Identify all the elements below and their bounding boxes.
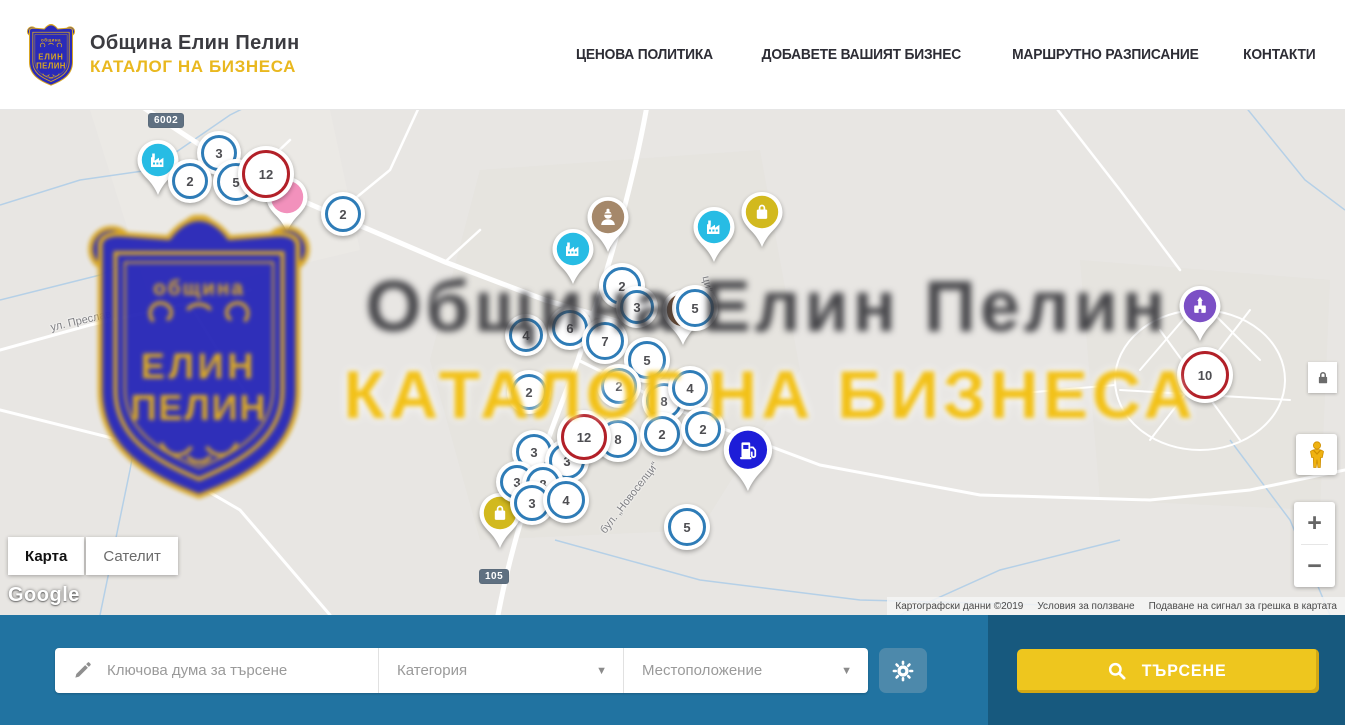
cluster-marker[interactable]: 2 bbox=[507, 370, 551, 414]
chevron-down-icon: ▼ bbox=[596, 665, 607, 677]
pin-marker-fuel[interactable] bbox=[722, 425, 774, 493]
search-bar: Категория ▼ Местоположение ▼ bbox=[0, 615, 1345, 725]
cluster-marker[interactable]: 4 bbox=[505, 314, 547, 356]
search-submit-panel: ТЪРСЕНЕ bbox=[988, 615, 1345, 725]
site-header: община ЕЛИН ПЕЛИН Община Елин Пелин КАТА… bbox=[0, 0, 1345, 110]
search-submit-button[interactable]: ТЪРСЕНЕ bbox=[1017, 649, 1319, 693]
cluster-marker[interactable]: 7 bbox=[582, 318, 628, 364]
pin-marker-factory[interactable] bbox=[692, 206, 736, 264]
site-subtitle: КАТАЛОГ НА БИЗНЕСА bbox=[90, 57, 300, 77]
location-select-value: Местоположение bbox=[642, 662, 762, 679]
pencil-icon bbox=[73, 661, 92, 680]
lock-icon bbox=[1314, 369, 1332, 387]
cluster-marker[interactable]: 5 bbox=[664, 504, 710, 550]
main-nav: ЦЕНОВА ПОЛИТИКА ДОБАВЕТЕ ВАШИЯТ БИЗНЕС М… bbox=[570, 46, 1319, 63]
cluster-marker[interactable]: 10 bbox=[1177, 347, 1233, 403]
cluster-marker[interactable]: 3 bbox=[616, 286, 658, 328]
map-canvas[interactable]: 32512225367542284128223338345106002105ул… bbox=[0, 110, 1345, 615]
crest-word-top: община bbox=[41, 36, 61, 42]
crest-line1: ЕЛИН bbox=[38, 52, 63, 61]
pegman-icon bbox=[1306, 441, 1328, 469]
pin-marker-church[interactable] bbox=[1178, 285, 1222, 343]
pin-marker-bag[interactable] bbox=[740, 191, 784, 249]
cluster-marker[interactable]: 2 bbox=[168, 159, 212, 203]
nav-contacts[interactable]: КОНТАКТИ bbox=[1244, 46, 1316, 63]
nav-route-schedule[interactable]: МАРШРУТНО РАЗПИСАНИЕ bbox=[1012, 46, 1199, 63]
nav-price-policy[interactable]: ЦЕНОВА ПОЛИТИКА bbox=[576, 46, 713, 63]
site-logo[interactable]: община ЕЛИН ПЕЛИН Община Елин Пелин КАТА… bbox=[26, 24, 300, 86]
gear-icon bbox=[891, 659, 915, 683]
attribution-terms-link[interactable]: Условия за ползване bbox=[1037, 601, 1134, 612]
road-number-label: 105 bbox=[479, 569, 509, 584]
category-select[interactable]: Категория ▼ bbox=[379, 648, 623, 693]
attribution-copyright: Картографски данни ©2019 bbox=[895, 601, 1023, 612]
nav-add-business[interactable]: ДОБАВЕТЕ ВАШИЯТ БИЗНЕС bbox=[762, 46, 961, 63]
cluster-marker[interactable]: 5 bbox=[672, 285, 718, 331]
chevron-down-icon: ▼ bbox=[841, 665, 852, 677]
map-type-map-button[interactable]: Карта bbox=[8, 537, 84, 575]
map-type-toggle: Карта Сателит bbox=[8, 537, 178, 575]
cluster-marker[interactable]: 4 bbox=[668, 366, 712, 410]
crest-line2: ПЕЛИН bbox=[36, 61, 66, 70]
advanced-settings-button[interactable] bbox=[879, 648, 927, 693]
category-select-value: Категория bbox=[397, 662, 467, 679]
cluster-marker[interactable]: 12 bbox=[557, 410, 611, 464]
cluster-marker[interactable]: 2 bbox=[681, 407, 725, 451]
municipality-crest-icon: община ЕЛИН ПЕЛИН bbox=[26, 24, 76, 86]
map-type-satellite-button[interactable]: Сателит bbox=[86, 537, 178, 575]
google-logo[interactable]: Google bbox=[8, 584, 80, 607]
road-number-label: 6002 bbox=[148, 113, 184, 128]
location-select[interactable]: Местоположение ▼ bbox=[624, 648, 868, 693]
zoom-out-button[interactable]: − bbox=[1294, 545, 1335, 587]
cluster-marker[interactable]: 4 bbox=[543, 477, 589, 523]
cluster-marker[interactable]: 2 bbox=[597, 364, 641, 408]
zoom-control: + − bbox=[1294, 502, 1335, 587]
zoom-in-button[interactable]: + bbox=[1294, 502, 1335, 544]
keyword-field-wrap bbox=[55, 648, 378, 693]
search-box: Категория ▼ Местоположение ▼ bbox=[55, 648, 868, 693]
attribution-report-link[interactable]: Подаване на сигнал за грешка в картата bbox=[1149, 601, 1337, 612]
cluster-marker[interactable]: 2 bbox=[321, 192, 365, 236]
search-submit-label: ТЪРСЕНЕ bbox=[1142, 661, 1227, 681]
cluster-marker[interactable]: 12 bbox=[238, 146, 294, 202]
keyword-search-input[interactable] bbox=[105, 661, 378, 680]
pegman-button[interactable] bbox=[1296, 434, 1337, 475]
cluster-marker[interactable]: 2 bbox=[640, 412, 684, 456]
map-attribution: Картографски данни ©2019 Условия за полз… bbox=[887, 597, 1345, 615]
lock-button[interactable] bbox=[1308, 362, 1337, 393]
site-title: Община Елин Пелин bbox=[90, 32, 300, 55]
search-icon bbox=[1107, 661, 1127, 681]
pin-marker-factory[interactable] bbox=[551, 228, 595, 286]
